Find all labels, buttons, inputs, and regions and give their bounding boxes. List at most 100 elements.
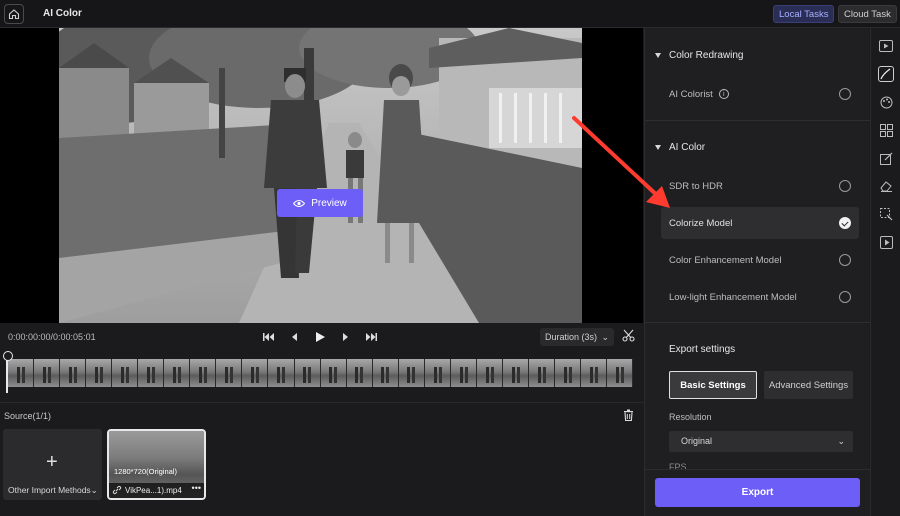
play-icon	[316, 332, 325, 342]
import-label: Other Import Methods⌄	[8, 485, 98, 495]
top-bar: AI Color Local Tasks Cloud Task	[0, 0, 900, 28]
step-forward-icon	[343, 333, 348, 341]
play-button[interactable]	[313, 330, 327, 344]
video-still-image	[59, 28, 582, 323]
collapse-triangle-icon	[655, 145, 661, 150]
timeline-frame	[372, 359, 399, 387]
home-button[interactable]	[4, 4, 24, 24]
timeline-frame	[216, 359, 243, 387]
media-resolution: 1280*720(Original)	[114, 467, 177, 476]
timeline-frame	[476, 359, 503, 387]
timeline-frame	[320, 359, 347, 387]
playhead[interactable]	[3, 351, 13, 393]
link-icon	[112, 485, 122, 498]
timeline-frame	[190, 359, 217, 387]
tool-palette[interactable]	[878, 94, 894, 110]
media-item[interactable]: 1280*720(Original) VikPea...1).mp4 •••	[107, 429, 206, 500]
chevron-down-icon: ⌄	[601, 332, 609, 342]
option-label: Color Enhancement Model	[669, 254, 782, 266]
previous-frame-button[interactable]	[288, 330, 302, 344]
tool-ai-color[interactable]	[878, 66, 894, 82]
ai-color-header[interactable]: AI Color	[655, 142, 705, 153]
option-color-enhancement-model[interactable]: Color Enhancement Model	[661, 244, 859, 276]
color-redrawing-header[interactable]: Color Redrawing	[655, 50, 743, 61]
skip-to-start-button[interactable]	[262, 330, 276, 344]
option-colorize-model[interactable]: Colorize Model	[661, 207, 859, 239]
export-button[interactable]: Export	[655, 478, 860, 507]
tool-layout[interactable]	[878, 122, 894, 138]
step-back-icon	[292, 333, 297, 341]
divider	[645, 120, 870, 121]
tab-advanced-settings[interactable]: Advanced Settings	[764, 371, 853, 399]
timeline-frame	[554, 359, 582, 387]
radio-button[interactable]	[839, 254, 851, 266]
more-options-icon[interactable]: •••	[192, 483, 201, 493]
source-panel: Source(1/1) + Other Import Methods⌄ 1280…	[0, 402, 643, 516]
tool-video[interactable]	[878, 38, 894, 54]
collapse-triangle-icon	[655, 53, 661, 58]
timeline[interactable]	[3, 351, 635, 393]
resolution-label: Resolution	[669, 412, 712, 422]
eraser-icon	[879, 181, 892, 192]
chevron-down-icon: ⌄	[90, 485, 98, 495]
export-bar: Export	[645, 469, 870, 516]
option-label: Low-light Enhancement Model	[669, 291, 797, 303]
tool-eraser[interactable]	[878, 178, 894, 194]
video-frame	[59, 28, 582, 323]
preview-button[interactable]: Preview	[277, 189, 363, 217]
tab-basic-settings[interactable]: Basic Settings	[669, 371, 757, 399]
tool-select[interactable]	[878, 206, 894, 222]
edit-icon	[879, 152, 892, 165]
eye-icon	[293, 199, 306, 207]
timeline-frame	[528, 359, 555, 387]
radio-checked-icon[interactable]	[839, 217, 851, 229]
settings-panel: Color Redrawing AI Colorist i AI Color S…	[644, 28, 870, 516]
option-low-light-enhancement-model[interactable]: Low-light Enhancement Model	[661, 281, 859, 313]
timeline-frame	[607, 359, 634, 387]
resolution-select[interactable]: Original ⌄	[669, 431, 853, 452]
select-icon	[879, 207, 892, 220]
timeline-frame	[294, 359, 321, 387]
option-label: SDR to HDR	[669, 180, 723, 192]
preview-label: Preview	[311, 197, 347, 209]
timeline-frame	[581, 359, 608, 387]
radio-button[interactable]	[839, 88, 851, 100]
trash-icon	[624, 409, 633, 422]
duration-label: Duration (3s)	[545, 332, 598, 342]
local-tasks-button[interactable]: Local Tasks	[773, 5, 835, 23]
divider	[645, 322, 870, 323]
ai-color-title: AI Color	[669, 142, 706, 153]
tool-edit[interactable]	[878, 150, 894, 166]
duration-select[interactable]: Duration (3s) ⌄	[540, 328, 614, 346]
media-name-bar: VikPea...1).mp4 •••	[109, 483, 204, 498]
info-icon[interactable]: i	[718, 89, 729, 99]
timeline-frame	[346, 359, 373, 387]
brush-icon	[880, 68, 891, 80]
tool-play-export[interactable]	[878, 234, 894, 250]
radio-button[interactable]	[839, 291, 851, 303]
timeline-frame	[8, 359, 35, 387]
export-settings-title: Export settings	[669, 344, 736, 355]
plus-icon: +	[46, 451, 58, 473]
option-sdr-to-hdr[interactable]: SDR to HDR	[661, 170, 859, 202]
color-redrawing-title: Color Redrawing	[669, 50, 744, 61]
timeline-frame	[398, 359, 425, 387]
timeline-frame	[138, 359, 165, 387]
split-button[interactable]	[622, 329, 635, 345]
option-label: Colorize Model	[669, 217, 733, 229]
next-frame-button[interactable]	[338, 330, 352, 344]
timeline-thumbnail-strip[interactable]	[8, 359, 634, 387]
radio-button[interactable]	[839, 180, 851, 192]
video-icon	[879, 40, 893, 52]
option-ai-colorist[interactable]: AI Colorist i	[661, 78, 859, 110]
media-filename: VikPea...1).mp4	[125, 486, 182, 495]
timeline-frame	[502, 359, 529, 387]
timeline-frame	[424, 359, 451, 387]
cloud-task-button[interactable]: Cloud Task	[838, 5, 897, 23]
timecode: 0:00:00:00/0:00:05:01	[8, 332, 96, 342]
scissors-icon	[622, 329, 635, 342]
skip-to-end-button[interactable]	[364, 330, 378, 344]
delete-source-button[interactable]	[623, 409, 634, 424]
video-preview-area: Preview	[0, 28, 643, 323]
other-import-methods-button[interactable]: + Other Import Methods⌄	[3, 429, 102, 500]
